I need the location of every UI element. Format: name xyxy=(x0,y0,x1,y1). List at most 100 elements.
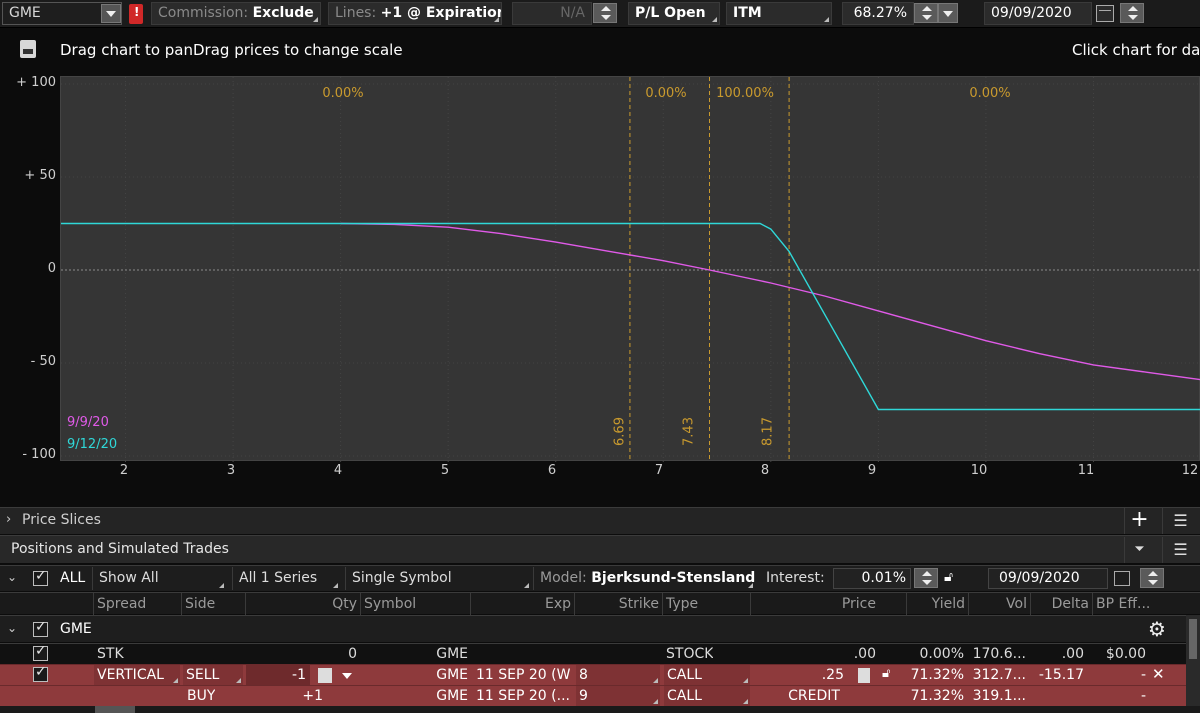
strike-selector[interactable]: 8 xyxy=(576,665,660,685)
lock-icon[interactable]: 🔓︎ xyxy=(882,666,890,681)
row-price[interactable]: .25 xyxy=(752,665,844,685)
itm-selector[interactable]: ITM xyxy=(726,2,832,25)
col-side[interactable]: Side xyxy=(181,593,245,615)
na-stepper[interactable] xyxy=(593,3,617,23)
lines-label: Lines: xyxy=(335,5,377,21)
col-price[interactable]: Price xyxy=(750,593,880,615)
x-tick-label: 10 xyxy=(970,463,988,478)
row-side: BUY xyxy=(187,688,216,704)
marker-label: 8.17 xyxy=(760,417,776,446)
col-strike[interactable]: Strike xyxy=(574,593,662,615)
y-tick-label: 0 xyxy=(47,261,56,276)
chart-settings-icon[interactable] xyxy=(20,40,36,58)
menu-icon[interactable]: ☰ xyxy=(1162,537,1198,563)
symbol-dropdown-button[interactable] xyxy=(101,4,121,23)
price-stepper[interactable] xyxy=(858,668,870,683)
col-qty[interactable]: Qty xyxy=(245,593,360,615)
col-yield[interactable]: Yield xyxy=(906,593,968,615)
price-slices-bar[interactable]: › Price Slices + ☰ xyxy=(0,507,1200,534)
x-tick-label: 8 xyxy=(760,463,770,478)
spread-selector[interactable]: VERTICAL xyxy=(94,665,180,685)
vol-stepper[interactable] xyxy=(914,3,938,23)
chevron-down-icon[interactable]: ⌄ xyxy=(7,570,17,584)
group-checkbox[interactable] xyxy=(33,619,48,637)
type-selector[interactable]: CALL xyxy=(664,665,750,685)
commission-label: Commission: xyxy=(158,5,249,21)
model-selector[interactable]: Model: Bjerksund-Stensland xyxy=(533,567,755,590)
strike-selector[interactable]: 9 xyxy=(576,686,660,706)
col-spread[interactable]: Spread xyxy=(93,593,181,615)
na-field[interactable]: N/A xyxy=(512,2,592,25)
type-selector[interactable]: CALL xyxy=(664,686,750,706)
calendar-icon[interactable] xyxy=(1096,5,1114,22)
row-vol: 170.6... xyxy=(972,646,1026,662)
vol-field[interactable]: 68.27% xyxy=(842,2,914,25)
legend-expiration: 9/12/20 xyxy=(67,437,118,452)
chart-plot[interactable] xyxy=(61,77,1200,462)
all-checkbox[interactable] xyxy=(33,568,48,586)
menu-icon[interactable]: ☰ xyxy=(1162,508,1198,534)
col-delta[interactable]: Delta xyxy=(1030,593,1092,615)
add-slice-button[interactable]: + xyxy=(1124,508,1154,534)
chevron-right-icon[interactable]: › xyxy=(6,512,11,527)
row-checkbox[interactable] xyxy=(33,664,48,682)
qty-field[interactable]: -1 xyxy=(246,665,310,685)
col-exp[interactable]: Exp xyxy=(470,593,574,615)
all-label: ALL xyxy=(60,570,86,586)
col-bp-effect[interactable]: BP Eff... xyxy=(1092,593,1160,615)
filter-date-field[interactable]: 09/09/2020 xyxy=(988,568,1108,589)
resize-handle[interactable] xyxy=(95,706,135,713)
chevron-down-icon[interactable]: ⌄ xyxy=(7,621,17,635)
series-filter[interactable]: All 1 Series xyxy=(232,567,340,590)
row-delta: -15.17 xyxy=(1038,667,1084,683)
lines-value: +1 @ Expiration xyxy=(380,5,502,21)
table-row[interactable]: VERTICAL SELL -1 GME 11 SEP 20 (W 8 CALL… xyxy=(0,664,1200,685)
vol-dropdown-button[interactable] xyxy=(938,3,958,23)
row-strike: 8 xyxy=(579,667,588,683)
date-stepper[interactable] xyxy=(1120,3,1144,23)
scrollbar-thumb[interactable] xyxy=(1189,619,1197,659)
marker-label: 7.43 xyxy=(681,417,697,446)
na-value: N/A xyxy=(560,5,585,21)
series-line-expiration xyxy=(61,222,1200,411)
table-row[interactable]: BUY +1 GME 11 SEP 20 (... 9 CALL CREDIT … xyxy=(0,685,1200,706)
side-selector[interactable]: SELL xyxy=(183,665,243,685)
row-qty: +1 xyxy=(302,688,323,704)
row-delta: .00 xyxy=(1061,646,1084,662)
row-bp: $0.00 xyxy=(1105,646,1146,662)
col-type[interactable]: Type xyxy=(662,593,750,615)
row-exp[interactable]: 11 SEP 20 (W xyxy=(476,665,572,685)
date-field[interactable]: 09/09/2020 xyxy=(984,2,1092,25)
symbol-mode-filter[interactable]: Single Symbol xyxy=(345,567,531,590)
alert-icon[interactable]: ! xyxy=(129,4,143,24)
chevron-down-icon[interactable] xyxy=(342,673,352,679)
interest-stepper[interactable] xyxy=(914,568,938,588)
scrollbar[interactable] xyxy=(1186,615,1200,706)
interest-field[interactable]: 0.01% xyxy=(833,568,911,589)
group-row[interactable]: ⌄ GME ⚙ xyxy=(0,615,1200,642)
risk-profile-chart[interactable] xyxy=(60,76,1200,462)
row-checkbox[interactable] xyxy=(33,643,48,661)
commission-selector[interactable]: Commission: Exclude xyxy=(151,2,321,25)
row-vol: 312.7... xyxy=(972,667,1026,683)
col-vol[interactable]: Vol xyxy=(968,593,1030,615)
qty-stepper[interactable] xyxy=(318,668,332,683)
close-icon[interactable]: ✕ xyxy=(1152,665,1165,683)
col-symbol[interactable]: Symbol xyxy=(360,593,470,615)
row-exp[interactable]: 11 SEP 20 (... xyxy=(476,686,572,706)
lines-selector[interactable]: Lines: +1 @ Expiration xyxy=(328,2,502,25)
filter-date-stepper[interactable] xyxy=(1140,568,1164,588)
collapse-icon[interactable]: ⏷ xyxy=(1124,537,1154,563)
symbol-value: GME xyxy=(9,5,41,21)
row-bp: - xyxy=(1140,667,1146,683)
row-symbol: GME xyxy=(436,646,468,662)
lock-icon[interactable]: 🔓︎ xyxy=(944,569,953,585)
x-tick-label: 5 xyxy=(440,463,450,478)
gear-icon[interactable]: ⚙ xyxy=(1148,617,1166,641)
model-value: Bjerksund-Stensland xyxy=(591,570,756,586)
show-filter[interactable]: Show All xyxy=(92,567,226,590)
calendar-icon[interactable] xyxy=(1114,571,1130,586)
interest-label: Interest: xyxy=(766,570,825,586)
table-row[interactable]: STK 0 GME STOCK .00 0.00% 170.6... .00 $… xyxy=(0,643,1200,664)
pl-mode-selector[interactable]: P/L Open xyxy=(628,2,720,25)
